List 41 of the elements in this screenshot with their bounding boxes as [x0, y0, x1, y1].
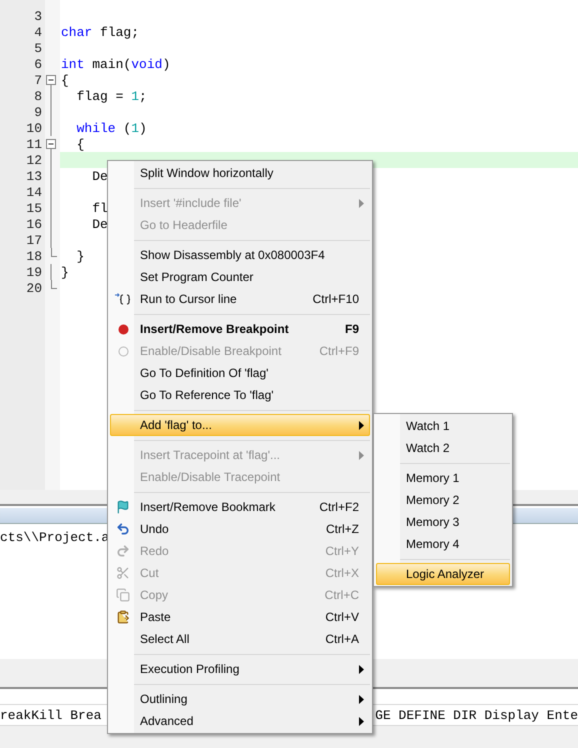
code-text: ) — [139, 120, 147, 136]
code-text: 1 — [131, 120, 140, 136]
line-number: 15 — [26, 200, 42, 216]
line-number: 19 — [26, 264, 42, 280]
code-text: main( — [91, 56, 132, 72]
line-number: 16 — [26, 216, 42, 232]
line-number: 9 — [34, 104, 42, 120]
code-text: void — [131, 56, 162, 72]
line-number: 11 — [26, 136, 42, 152]
line-number: 8 — [34, 88, 42, 104]
code-text: { — [61, 72, 69, 88]
line-number: 18 — [26, 248, 42, 264]
code-text: ) — [162, 56, 170, 72]
line-number: 10 — [26, 120, 42, 136]
code-text: flag; — [99, 24, 140, 40]
code-text: { — [76, 136, 84, 152]
code-text: } — [76, 248, 84, 264]
code-text: De — [91, 216, 108, 232]
line-number: 4 — [34, 24, 42, 40]
code-text: ; — [139, 88, 147, 104]
code-text: flag = — [76, 88, 124, 104]
line-number: 7 — [34, 72, 42, 88]
line-number: 20 — [26, 280, 42, 296]
line-number: 6 — [34, 56, 42, 72]
code-text: fl — [91, 200, 108, 216]
line-number: 12 — [26, 152, 42, 168]
line-number: 13 — [26, 168, 42, 184]
code-text: int — [61, 56, 84, 72]
code-text: while — [76, 120, 116, 136]
output-text: cts\\Project.a — [0, 530, 110, 545]
command-text: GE DEFINE DIR Display Ente — [375, 708, 578, 722]
line-number: 5 — [34, 40, 42, 56]
code-text: char — [61, 24, 92, 40]
line-number: 17 — [26, 232, 42, 248]
command-text: reakKill Brea — [0, 708, 102, 722]
code-text: ( — [122, 120, 132, 136]
code-text: De — [91, 168, 108, 184]
line-number: 14 — [26, 184, 42, 200]
code-text: } — [61, 264, 69, 280]
code-text: 1 — [131, 88, 140, 104]
line-number: 3 — [34, 8, 42, 24]
